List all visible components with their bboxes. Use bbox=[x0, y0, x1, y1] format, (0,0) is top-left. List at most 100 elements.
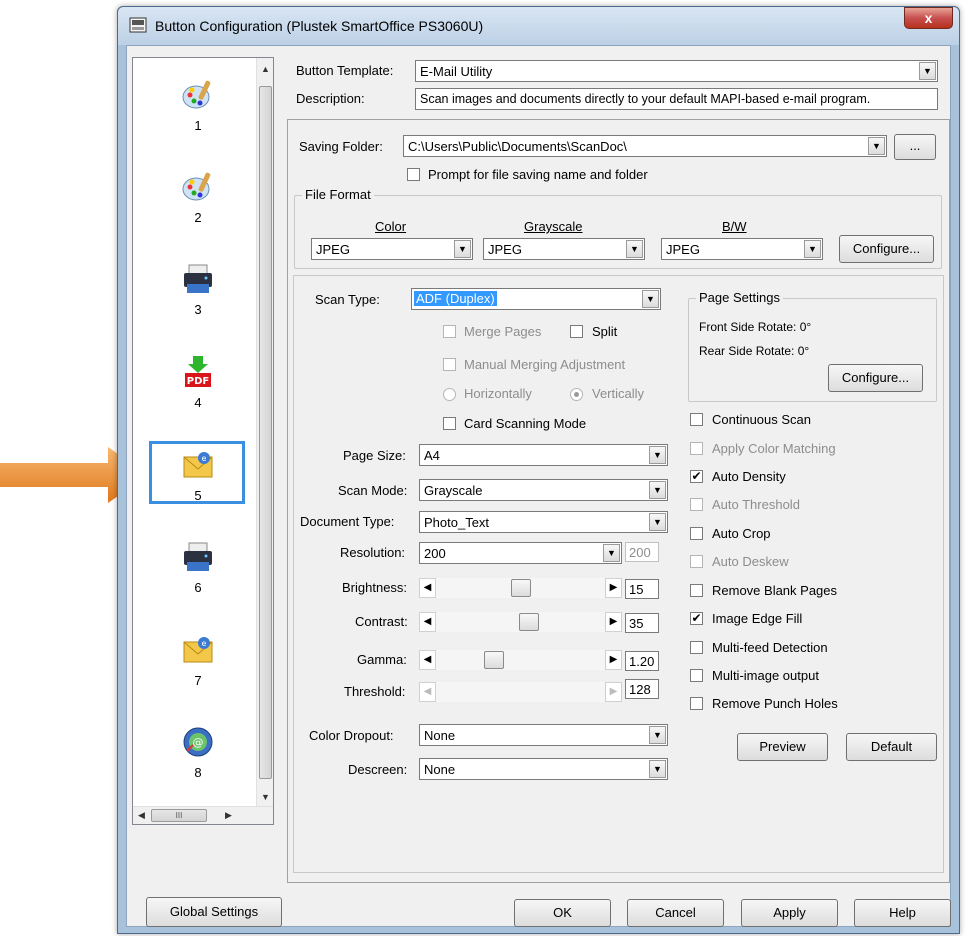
threshold-value[interactable]: 128 bbox=[625, 679, 659, 699]
slider-thumb[interactable] bbox=[511, 579, 531, 597]
saving-folder-dropdown[interactable]: C:\Users\Public\Documents\ScanDoc\ ▼ bbox=[403, 135, 887, 157]
browse-button[interactable]: ... bbox=[894, 134, 936, 160]
descreen-dropdown[interactable]: None ▼ bbox=[419, 758, 668, 780]
cancel-button[interactable]: Cancel bbox=[627, 899, 724, 927]
list-item[interactable]: @8 bbox=[158, 725, 238, 780]
slider-right-arrow-icon[interactable]: ▶ bbox=[605, 682, 622, 702]
svg-text:PDF: PDF bbox=[187, 376, 209, 387]
scroll-thumb[interactable] bbox=[259, 86, 272, 779]
global-settings-button[interactable]: Global Settings bbox=[146, 897, 282, 927]
option-checkbox[interactable] bbox=[690, 697, 703, 710]
document-type-dropdown[interactable]: Photo_Text ▼ bbox=[419, 511, 668, 533]
option-checkbox[interactable] bbox=[690, 584, 703, 597]
chevron-down-icon[interactable]: ▼ bbox=[642, 290, 659, 308]
manual-merging-checkbox[interactable] bbox=[443, 358, 456, 371]
bw-format-dropdown[interactable]: JPEG ▼ bbox=[661, 238, 823, 260]
option-checkbox[interactable] bbox=[690, 641, 703, 654]
color-dropout-dropdown[interactable]: None ▼ bbox=[419, 724, 668, 746]
apply-button[interactable]: Apply bbox=[741, 899, 838, 927]
chevron-down-icon[interactable]: ▼ bbox=[454, 240, 471, 258]
description-field[interactable]: Scan images and documents directly to yo… bbox=[415, 88, 938, 110]
slider-right-arrow-icon[interactable]: ▶ bbox=[605, 612, 622, 632]
page-size-dropdown[interactable]: A4 ▼ bbox=[419, 444, 668, 466]
list-item[interactable]: e7 bbox=[158, 633, 238, 688]
format-configure-button[interactable]: Configure... bbox=[839, 235, 934, 263]
ok-button[interactable]: OK bbox=[514, 899, 611, 927]
scan-mode-dropdown[interactable]: Grayscale ▼ bbox=[419, 479, 668, 501]
option-checkbox[interactable] bbox=[690, 498, 703, 511]
default-button[interactable]: Default bbox=[846, 733, 937, 761]
list-item[interactable]: 1 bbox=[158, 78, 238, 133]
chevron-down-icon[interactable]: ▼ bbox=[649, 726, 666, 744]
brightness-value[interactable]: 15 bbox=[625, 579, 659, 599]
option-checkbox[interactable] bbox=[690, 555, 703, 568]
rear-rotate-text: Rear Side Rotate: 0° bbox=[699, 344, 810, 358]
scroll-down-arrow-icon[interactable]: ▼ bbox=[261, 792, 270, 802]
threshold-slider[interactable]: ◀ ▶ bbox=[419, 682, 622, 702]
merge-pages-checkbox[interactable] bbox=[443, 325, 456, 338]
brightness-slider[interactable]: ◀ ▶ bbox=[419, 578, 622, 598]
slider-thumb[interactable] bbox=[519, 613, 539, 631]
scroll-right-arrow-icon[interactable]: ▶ bbox=[225, 810, 232, 821]
help-button[interactable]: Help bbox=[854, 899, 951, 927]
slider-left-arrow-icon[interactable]: ◀ bbox=[419, 612, 436, 632]
list-item[interactable]: 6 bbox=[158, 540, 238, 595]
option-checkbox[interactable] bbox=[690, 527, 703, 540]
list-item[interactable]: 2 bbox=[158, 170, 238, 225]
template-label: Button Template: bbox=[296, 63, 394, 78]
slider-left-arrow-icon[interactable]: ◀ bbox=[419, 650, 436, 670]
resolution-custom-field[interactable]: 200 bbox=[625, 542, 659, 562]
hscroll-thumb[interactable]: III bbox=[151, 809, 207, 822]
option-checkbox[interactable] bbox=[690, 442, 703, 455]
chevron-down-icon[interactable]: ▼ bbox=[649, 760, 666, 778]
grayscale-format-dropdown[interactable]: JPEG ▼ bbox=[483, 238, 645, 260]
prompt-checkbox[interactable] bbox=[407, 168, 420, 181]
option-checkbox[interactable]: ✔ bbox=[690, 612, 703, 625]
scroll-left-arrow-icon[interactable]: ◀ bbox=[138, 810, 145, 821]
chevron-down-icon[interactable]: ▼ bbox=[868, 137, 885, 155]
contrast-value[interactable]: 35 bbox=[625, 613, 659, 633]
chevron-down-icon[interactable]: ▼ bbox=[649, 481, 666, 499]
chevron-down-icon[interactable]: ▼ bbox=[649, 513, 666, 531]
list-item-number: 7 bbox=[194, 673, 202, 688]
vertically-radio[interactable] bbox=[570, 388, 583, 401]
page-settings-configure-button[interactable]: Configure... bbox=[828, 364, 923, 392]
chevron-down-icon[interactable]: ▼ bbox=[649, 446, 666, 464]
resolution-dropdown[interactable]: 200 ▼ bbox=[419, 542, 622, 564]
list-item[interactable]: PDF 4 bbox=[158, 355, 238, 410]
resolution-value: 200 bbox=[424, 546, 446, 561]
scroll-up-arrow-icon[interactable]: ▲ bbox=[261, 64, 270, 74]
list-horizontal-scrollbar[interactable]: ◀ III ▶ bbox=[133, 806, 273, 824]
list-vertical-scrollbar[interactable]: ▲ ▼ bbox=[256, 58, 273, 807]
list-item[interactable]: 3 bbox=[158, 262, 238, 317]
preview-button[interactable]: Preview bbox=[737, 733, 828, 761]
color-format-dropdown[interactable]: JPEG ▼ bbox=[311, 238, 473, 260]
scan-mode-label: Scan Mode: bbox=[338, 483, 408, 498]
slider-thumb[interactable] bbox=[484, 651, 504, 669]
chevron-down-icon[interactable]: ▼ bbox=[919, 62, 936, 80]
card-scanning-checkbox[interactable] bbox=[443, 417, 456, 430]
gamma-value[interactable]: 1.20 bbox=[625, 651, 659, 671]
chevron-down-icon[interactable]: ▼ bbox=[603, 544, 620, 562]
option-checkbox[interactable] bbox=[690, 413, 703, 426]
title-bar: Button Configuration (Plustek SmartOffic… bbox=[118, 7, 959, 45]
slider-left-arrow-icon[interactable]: ◀ bbox=[419, 578, 436, 598]
gamma-slider[interactable]: ◀ ▶ bbox=[419, 650, 622, 670]
document-type-label: Document Type: bbox=[300, 514, 395, 529]
split-checkbox[interactable] bbox=[570, 325, 583, 338]
option-checkbox[interactable]: ✔ bbox=[690, 470, 703, 483]
template-dropdown[interactable]: E-Mail Utility ▼ bbox=[415, 60, 938, 82]
close-button[interactable]: x bbox=[904, 7, 953, 29]
slider-right-arrow-icon[interactable]: ▶ bbox=[605, 578, 622, 598]
chevron-down-icon[interactable]: ▼ bbox=[804, 240, 821, 258]
scan-type-value: ADF (Duplex) bbox=[414, 291, 497, 306]
chevron-down-icon[interactable]: ▼ bbox=[626, 240, 643, 258]
slider-left-arrow-icon[interactable]: ◀ bbox=[419, 682, 436, 702]
horizontally-radio[interactable] bbox=[443, 388, 456, 401]
scan-type-dropdown[interactable]: ADF (Duplex) ▼ bbox=[411, 288, 661, 310]
contrast-slider[interactable]: ◀ ▶ bbox=[419, 612, 622, 632]
option-checkbox[interactable] bbox=[690, 669, 703, 682]
slider-right-arrow-icon[interactable]: ▶ bbox=[605, 650, 622, 670]
list-item-number: 4 bbox=[194, 395, 202, 410]
option-label: Remove Blank Pages bbox=[712, 583, 838, 598]
